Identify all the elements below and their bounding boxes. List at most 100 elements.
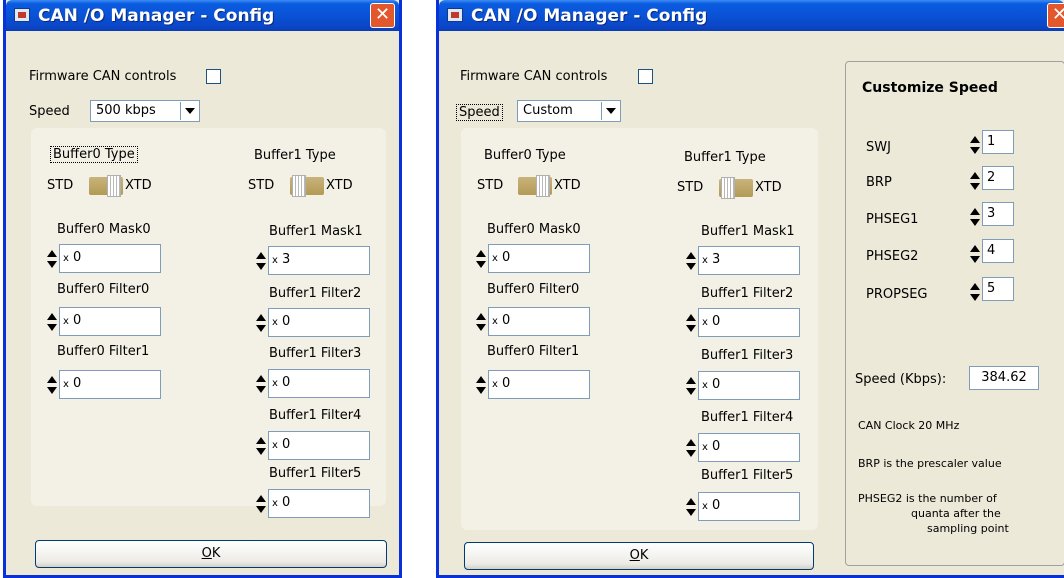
buffer1-mask1-input[interactable]: x 3 (698, 246, 800, 275)
buffer1-mask1-input[interactable]: x 3 (268, 246, 370, 275)
buffer0-mask0-spinner[interactable] (46, 249, 57, 271)
swj-input[interactable]: 1 (982, 130, 1014, 154)
buffer1-filter3-input[interactable]: x 0 (268, 369, 370, 398)
buffer0-type-label: Buffer0 Type (484, 148, 566, 163)
buffer1-mask1-spinner[interactable] (685, 251, 696, 273)
propseg-input[interactable]: 5 (982, 277, 1014, 301)
buffer0-filter0-value: 0 (502, 313, 511, 328)
propseg-label: PROPSEG (866, 287, 928, 302)
phseg1-spinner[interactable] (969, 207, 980, 229)
buffer0-mask0-input[interactable]: x 0 (488, 244, 590, 273)
buffer1-filter4-input[interactable]: x 0 (698, 433, 800, 462)
speed-dropdown-value: Custom (523, 103, 573, 118)
brp-spinner[interactable] (969, 171, 980, 193)
buffer0-filter0-input[interactable]: x 0 (488, 307, 590, 336)
app-icon (447, 8, 463, 22)
ok-button[interactable]: OK (464, 542, 814, 570)
phseg2-note-line1: PHSEG2 is the number of (858, 492, 997, 505)
toggle-thumb[interactable] (107, 175, 121, 197)
close-button[interactable]: ✕ (370, 3, 395, 28)
phseg1-input[interactable]: 3 (982, 202, 1014, 226)
buffer0-filter0-spinner[interactable] (46, 312, 57, 334)
buffer1-type-label: Buffer1 Type (254, 148, 336, 163)
ok-button[interactable]: OK (35, 540, 387, 568)
hex-prefix: x (272, 378, 278, 389)
toggle-thumb[interactable] (536, 175, 550, 197)
close-button[interactable]: ✕ (1047, 3, 1064, 28)
hex-prefix: x (492, 379, 498, 390)
firmware-can-checkbox[interactable] (638, 69, 653, 84)
buffer1-filter2-label: Buffer1 Filter2 (269, 286, 362, 301)
right-title-bar[interactable]: CAN /O Manager - Config ✕ (439, 0, 1064, 31)
toggle-thumb[interactable] (292, 175, 306, 197)
swj-label: SWJ (866, 140, 891, 155)
buffer1-filter4-spinner[interactable] (685, 438, 696, 460)
buffer1-filter5-value: 0 (712, 498, 721, 513)
window-title: CAN /O Manager - Config (471, 6, 708, 26)
buffer1-filter4-label: Buffer1 Filter4 (701, 410, 794, 425)
buffer0-mask0-input[interactable]: x 0 (59, 244, 161, 273)
buffer0-filter0-input[interactable]: x 0 (59, 307, 161, 336)
buffer1-filter4-spinner[interactable] (255, 436, 266, 458)
buffer0-filter1-input[interactable]: x 0 (488, 370, 590, 399)
buffer0-filter1-spinner[interactable] (475, 375, 486, 397)
buffer1-mask1-spinner[interactable] (255, 251, 266, 273)
buffer0-filter1-value: 0 (73, 376, 82, 391)
buffer0-filter1-value: 0 (502, 376, 511, 391)
brp-label: BRP (866, 175, 892, 190)
app-icon (14, 8, 30, 22)
buffer0-xtd-label: XTD (125, 178, 152, 193)
left-config-window: CAN /O Manager - Config ✕ Firmware CAN c… (3, 0, 402, 578)
buffer1-filter5-input[interactable]: x 0 (698, 492, 800, 521)
buffer1-filter4-input[interactable]: x 0 (268, 431, 370, 460)
ok-label-rest: K (639, 548, 649, 563)
firmware-can-label: Firmware CAN controls (29, 69, 177, 84)
toggle-thumb[interactable] (721, 177, 735, 199)
buffer1-filter2-value: 0 (282, 314, 291, 329)
chevron-down-icon[interactable] (601, 102, 619, 120)
buffer1-type-toggle[interactable] (290, 175, 324, 197)
buffer1-filter3-input[interactable]: x 0 (698, 371, 800, 400)
buffer1-filter2-input[interactable]: x 0 (268, 308, 370, 337)
buffer1-xtd-label: XTD (326, 178, 353, 193)
buffer1-mask1-label: Buffer1 Mask1 (701, 224, 795, 239)
buffer0-filter1-spinner[interactable] (46, 375, 57, 397)
buffer0-filter1-input[interactable]: x 0 (59, 370, 161, 399)
hex-prefix: x (63, 316, 69, 327)
ok-label-rest: K (211, 546, 221, 561)
can-clock-note: CAN Clock 20 MHz (858, 419, 960, 432)
phseg2-input[interactable]: 4 (982, 239, 1014, 263)
buffer0-mask0-spinner[interactable] (475, 249, 486, 271)
buffer1-filter2-input[interactable]: x 0 (698, 308, 800, 337)
swj-spinner[interactable] (969, 135, 980, 157)
buffer1-filter2-spinner[interactable] (255, 313, 266, 335)
brp-input[interactable]: 2 (982, 166, 1014, 190)
buffer0-type-label: Buffer0 Type (50, 146, 138, 163)
left-title-bar[interactable]: CAN /O Manager - Config ✕ (6, 0, 399, 31)
buffer0-std-label: STD (47, 178, 74, 193)
buffer1-filter3-spinner[interactable] (255, 374, 266, 396)
buffer0-mask0-value: 0 (502, 250, 511, 265)
hex-prefix: x (272, 317, 278, 328)
buffer1-filter3-label: Buffer1 Filter3 (269, 346, 362, 361)
buffer0-type-toggle[interactable] (518, 175, 552, 197)
buffer1-filter5-input[interactable]: x 0 (268, 489, 370, 518)
buffer1-filter3-spinner[interactable] (685, 376, 696, 398)
phseg2-spinner[interactable] (969, 244, 980, 266)
speed-dropdown[interactable]: Custom (517, 100, 621, 122)
buffer1-filter5-spinner[interactable] (255, 494, 266, 516)
buffer0-filter0-spinner[interactable] (475, 312, 486, 334)
buffer1-filter5-label: Buffer1 Filter5 (269, 466, 362, 481)
buffer1-filter2-spinner[interactable] (685, 313, 696, 335)
hex-prefix: x (272, 498, 278, 509)
speed-dropdown[interactable]: 500 kbps (90, 100, 200, 122)
firmware-can-checkbox[interactable] (206, 69, 221, 84)
buffer1-filter5-spinner[interactable] (685, 497, 696, 519)
customize-speed-panel (845, 61, 1064, 566)
buffer1-filter5-label: Buffer1 Filter5 (701, 468, 794, 483)
propseg-spinner[interactable] (969, 282, 980, 304)
chevron-down-icon[interactable] (180, 102, 198, 120)
hex-prefix: x (492, 316, 498, 327)
buffer1-type-toggle[interactable] (719, 177, 753, 199)
buffer0-type-toggle[interactable] (89, 175, 123, 197)
